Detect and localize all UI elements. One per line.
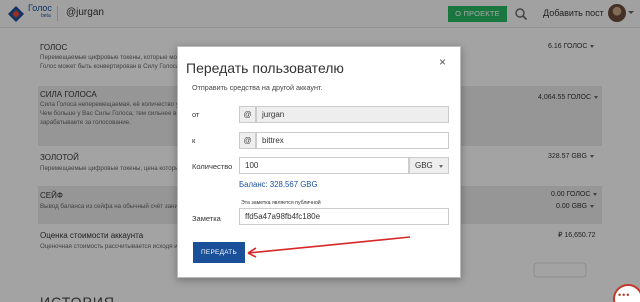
chat-dots-icon: ••• [618, 290, 631, 300]
transfer-modal: Передать пользователю × Отправить средст… [177, 46, 461, 278]
modal-subtitle: Отправить средства на другой аккаунт. [192, 83, 323, 92]
memo-label: Заметка [192, 214, 221, 223]
transfer-submit-button[interactable]: ПЕРЕДАТЬ [193, 242, 245, 263]
currency-select[interactable]: GBG [409, 157, 449, 174]
memo-field[interactable]: ffd5a47a98fb4fc180e [239, 208, 449, 225]
memo-public-note: Эта заметка является публичной [241, 200, 321, 206]
to-field[interactable]: bittrex [256, 132, 449, 149]
amount-field[interactable]: 100 [239, 157, 409, 174]
from-label: от [192, 110, 200, 119]
from-field: jurgan [256, 106, 449, 123]
to-label: к [192, 136, 196, 145]
at-sign-addon: @ [239, 132, 256, 149]
currency-value: GBG [415, 161, 433, 170]
at-sign-addon: @ [239, 106, 256, 123]
close-icon[interactable]: × [439, 55, 446, 69]
balance-link[interactable]: Баланс: 328.567 GBG [239, 180, 318, 189]
amount-label: Количество [192, 162, 233, 171]
chevron-down-icon [439, 165, 443, 168]
modal-title: Передать пользователю [186, 60, 344, 76]
